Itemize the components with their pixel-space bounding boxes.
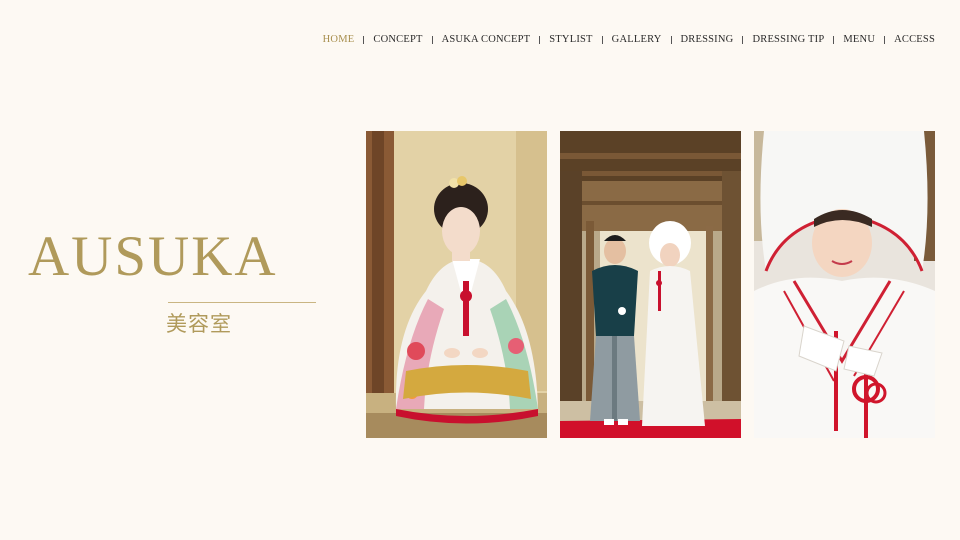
nav-dressing[interactable]: DRESSING [681,34,734,45]
nav-gallery[interactable]: GALLERY [612,34,662,45]
site-logo-title[interactable]: AUSUKA [28,228,278,285]
nav-concept[interactable]: CONCEPT [373,34,422,45]
bride-uchikake-image [366,131,547,438]
bride-wataboshi-image [754,131,935,438]
nav-separator [742,35,744,44]
nav-separator [670,35,672,44]
nav-separator [601,35,603,44]
nav-separator [884,35,886,44]
couple-image [560,131,741,438]
gallery-photo-bride-wataboshi[interactable] [754,131,935,438]
main-nav: HOME CONCEPT ASUKA CONCEPT STYLIST GALLE… [323,34,935,45]
nav-separator [539,35,541,44]
nav-dressing-tip[interactable]: DRESSING TIP [752,34,824,45]
nav-stylist[interactable]: STYLIST [549,34,592,45]
nav-separator [363,35,365,44]
nav-separator [833,35,835,44]
gallery-photo-bride-uchikake[interactable] [366,131,547,438]
site-logo-subtitle: 美容室 [166,312,232,336]
nav-asuka-concept[interactable]: ASUKA CONCEPT [442,34,531,45]
nav-home[interactable]: HOME [323,34,355,45]
gallery-photo-couple[interactable] [560,131,741,438]
nav-menu[interactable]: MENU [843,34,875,45]
logo-divider [168,302,316,303]
nav-separator [431,35,433,44]
nav-access[interactable]: ACCESS [894,34,935,45]
